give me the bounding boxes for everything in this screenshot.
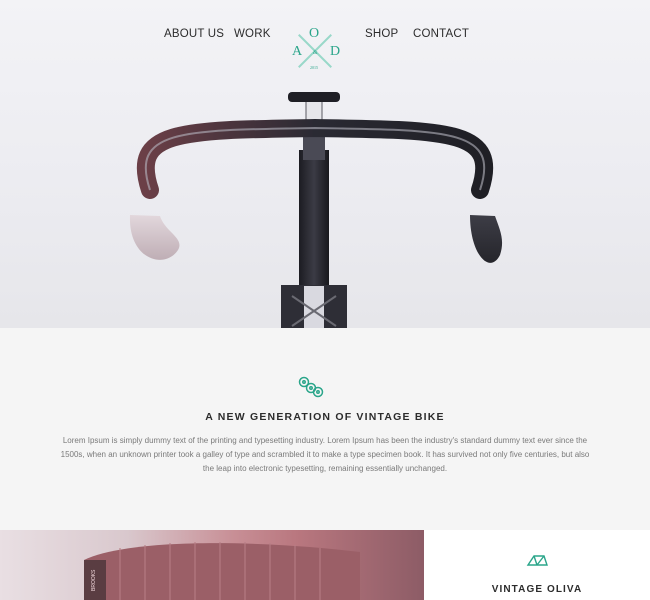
feature-card: VINTAGE OLIVA — [424, 530, 650, 600]
nav-about-us[interactable]: ABOUT US — [164, 28, 224, 40]
brand-logo[interactable]: O A D & 2015 — [292, 26, 341, 74]
hero-section: ABOUT US WORK O A D & 2015 SHOP CONTACT — [0, 0, 650, 328]
nav-shop[interactable]: SHOP — [365, 28, 398, 40]
main-nav: ABOUT US WORK O A D & 2015 SHOP CONTACT — [0, 18, 650, 70]
logo-tagline: 2015 — [310, 65, 318, 70]
intro-section: A NEW GENERATION OF VINTAGE BIKE Lorem I… — [0, 328, 650, 530]
handlebar-grip-image: BROOKS — [84, 542, 360, 600]
bike-frame-icon — [526, 555, 548, 566]
logo-ampersand: & — [313, 50, 318, 56]
grip-brand-label: BROOKS — [91, 569, 97, 591]
logo-letter-a: A — [292, 44, 303, 59]
nav-contact[interactable]: CONTACT — [413, 28, 469, 40]
bike-chain-icon — [298, 376, 324, 398]
logo-letter-d: D — [330, 44, 341, 59]
feature-title: VINTAGE OLIVA — [491, 584, 583, 595]
logo-letter-o: O — [309, 26, 320, 41]
feature-photo: BROOKS — [0, 530, 424, 600]
nav-work[interactable]: WORK — [234, 28, 271, 40]
intro-text: Lorem Ipsum is simply dummy text of the … — [60, 436, 590, 473]
intro-title: A NEW GENERATION OF VINTAGE BIKE — [205, 411, 445, 423]
